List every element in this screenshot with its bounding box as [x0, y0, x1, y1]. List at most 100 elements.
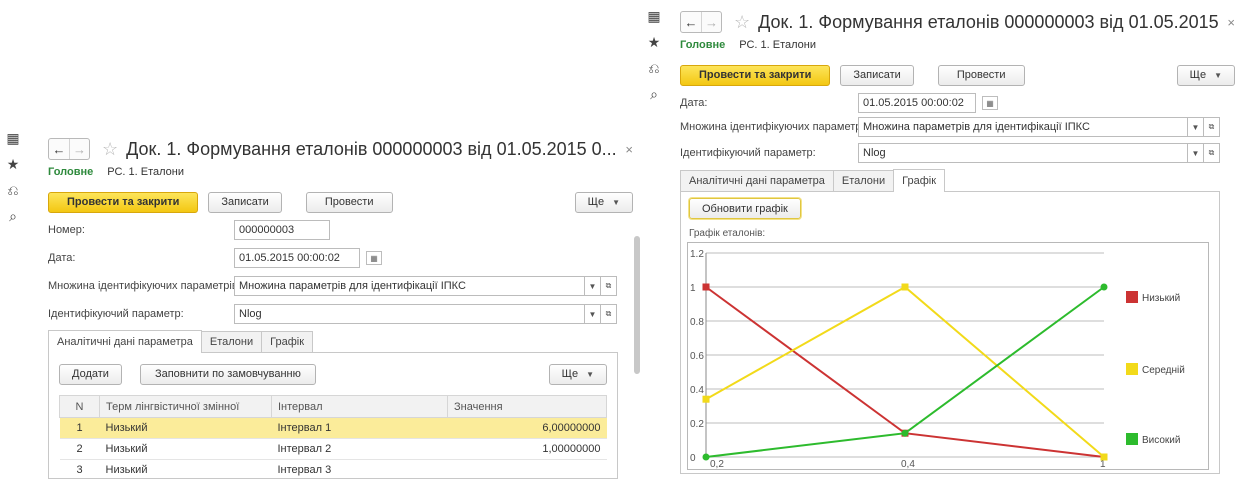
form-toolbar: Провести та закрити Записати Провести Ще…	[48, 191, 633, 213]
calendar-icon[interactable]: ▦	[982, 96, 998, 110]
param-set-field[interactable]: Множина параметрів для ідентифікації ІПК…	[858, 117, 1188, 137]
calendar-icon[interactable]: ▦	[366, 251, 382, 265]
breadcrumb-main[interactable]: Головне	[680, 39, 725, 51]
param-select[interactable]: Nlog ▼ ⧉	[858, 143, 1220, 163]
search-icon[interactable]: ⌕	[5, 208, 21, 224]
param-set-select[interactable]: Множина параметрів для ідентифікації ІПК…	[234, 276, 617, 296]
param-set-field[interactable]: Множина параметрів для ідентифікації ІПК…	[234, 276, 585, 296]
form-tabs: Аналітичні дані параметра Еталони Графік	[680, 169, 1220, 192]
tab-analytic-data[interactable]: Аналітичні дані параметра	[680, 170, 834, 191]
open-form-icon[interactable]: ⧉	[1204, 143, 1220, 163]
cell-value	[447, 459, 607, 478]
date-field[interactable]: 01.05.2015 00:00:02	[858, 93, 976, 113]
breadcrumb-register[interactable]: РС. 1. Еталони	[107, 166, 184, 178]
param-field[interactable]: Nlog	[234, 304, 585, 324]
post-button[interactable]: Провести	[305, 191, 393, 213]
open-form-icon[interactable]: ⧉	[601, 304, 617, 324]
favorite-star-icon[interactable]: ☆	[734, 12, 750, 33]
open-form-icon[interactable]: ⧉	[601, 276, 617, 296]
post-and-close-button[interactable]: Провести та закрити	[680, 64, 831, 86]
date-label: Дата:	[48, 252, 76, 264]
legend-swatch	[1126, 291, 1138, 303]
dropdown-chevron-icon[interactable]: ▼	[1188, 143, 1204, 163]
data-point	[1100, 453, 1108, 461]
param-label: Ідентифікуючий параметр:	[680, 147, 816, 159]
legend-swatch	[1126, 363, 1138, 375]
standards-table: N Терм лінгвістичної змінної Інтервал Зн…	[59, 395, 607, 478]
document-form-right: ← → ☆ Док. 1. Формування еталонів 000000…	[680, 10, 1235, 491]
table-row[interactable]: 2 Низький Інтервал 2 1,00000000	[59, 438, 607, 460]
param-field[interactable]: Nlog	[858, 143, 1188, 163]
tab-standards[interactable]: Еталони	[200, 331, 263, 352]
param-set-select[interactable]: Множина параметрів для ідентифікації ІПК…	[858, 117, 1220, 137]
table-row[interactable]: 1 Низький Інтервал 1 6,00000000	[59, 417, 607, 439]
favorite-star-icon[interactable]: ☆	[102, 139, 118, 160]
open-form-icon[interactable]: ⧉	[1204, 117, 1220, 137]
breadcrumb-register[interactable]: РС. 1. Еталони	[739, 39, 816, 51]
legend-label: Середній	[1142, 365, 1185, 376]
document-form-left: ← → ☆ Док. 1. Формування еталонів 000000…	[48, 137, 633, 491]
left-icon-rail: ▦ ★ ⎌ ⌕	[2, 130, 24, 224]
data-point	[1100, 283, 1108, 291]
left-form-scrollbar[interactable]	[634, 236, 640, 374]
date-field[interactable]: 01.05.2015 00:00:02	[234, 248, 360, 268]
column-header-term[interactable]: Терм лінгвістичної змінної	[99, 395, 272, 418]
dropdown-chevron-icon[interactable]: ▼	[585, 304, 601, 324]
save-button[interactable]: Записати	[840, 64, 914, 86]
refresh-chart-button[interactable]: Обновити графік	[689, 198, 801, 219]
fill-default-button[interactable]: Заповнити по замовчуванню	[139, 363, 316, 385]
param-label: Ідентифікуючий параметр:	[48, 308, 184, 320]
table-more-button[interactable]: Ще ▼	[548, 363, 607, 385]
column-header-value[interactable]: Значення	[447, 395, 607, 418]
column-header-n[interactable]: N	[59, 395, 100, 418]
cell-n: 3	[59, 459, 100, 478]
y-tick-label: 0.4	[690, 385, 704, 396]
more-button[interactable]: Ще ▼	[574, 191, 633, 213]
close-icon[interactable]: ×	[1227, 15, 1235, 30]
back-button[interactable]: ←	[49, 139, 69, 159]
column-header-interval[interactable]: Інтервал	[271, 395, 448, 418]
apps-grid-icon[interactable]: ▦	[5, 130, 21, 146]
forward-button[interactable]: →	[701, 12, 721, 32]
more-button[interactable]: Ще ▼	[1176, 64, 1235, 86]
data-point	[702, 283, 710, 291]
data-point	[702, 453, 710, 461]
back-button[interactable]: ←	[681, 12, 701, 32]
favorites-star-icon[interactable]: ★	[646, 34, 662, 50]
param-row: Ідентифікуючий параметр: Nlog ▼ ⧉	[680, 142, 1235, 164]
save-button[interactable]: Записати	[208, 191, 282, 213]
breadcrumb: Головне РС. 1. Еталони	[48, 166, 633, 178]
add-button[interactable]: Додати	[59, 363, 122, 385]
favorites-star-icon[interactable]: ★	[5, 156, 21, 172]
post-and-close-button[interactable]: Провести та закрити	[48, 191, 199, 213]
date-row: Дата: 01.05.2015 00:00:02 ▦	[680, 92, 1235, 114]
window-title: Док. 1. Формування еталонів 000000003 ві…	[758, 11, 1222, 32]
breadcrumb-main[interactable]: Головне	[48, 166, 93, 178]
y-tick-label: 1.2	[690, 249, 704, 260]
chart-label: Графік еталонів:	[689, 228, 766, 239]
nav-buttons: ← →	[680, 11, 722, 33]
history-icon[interactable]: ⎌	[646, 60, 662, 76]
dropdown-chevron-icon[interactable]: ▼	[1188, 117, 1204, 137]
apps-grid-icon[interactable]: ▦	[646, 8, 662, 24]
legend-label: Низький	[1142, 293, 1180, 304]
history-icon[interactable]: ⎌	[5, 182, 21, 198]
chevron-down-icon: ▼	[612, 197, 620, 207]
dropdown-chevron-icon[interactable]: ▼	[585, 276, 601, 296]
param-set-row: Множина ідентифікуючих параметрів: Множи…	[680, 116, 1235, 138]
close-icon[interactable]: ×	[625, 142, 633, 157]
tab-chart[interactable]: Графік	[893, 169, 946, 192]
forward-button[interactable]: →	[69, 139, 89, 159]
number-label: Номер:	[48, 224, 85, 236]
tab-standards[interactable]: Еталони	[832, 170, 895, 191]
tab-chart[interactable]: Графік	[261, 331, 314, 352]
search-icon[interactable]: ⌕	[646, 86, 662, 102]
number-field[interactable]: 000000003	[234, 220, 330, 240]
standards-line-chart: 00.20.40.60.811.20,2 0,4 1НизькийСереднійВ…	[690, 249, 1185, 470]
tab-analytic-data[interactable]: Аналітичні дані параметра	[48, 330, 202, 353]
table-row[interactable]: 3 Низький Інтервал 3	[59, 459, 607, 478]
data-point	[702, 395, 710, 403]
post-button[interactable]: Провести	[937, 64, 1025, 86]
param-select[interactable]: Nlog ▼ ⧉	[234, 304, 617, 324]
param-row: Ідентифікуючий параметр: Nlog ▼ ⧉	[48, 303, 633, 325]
